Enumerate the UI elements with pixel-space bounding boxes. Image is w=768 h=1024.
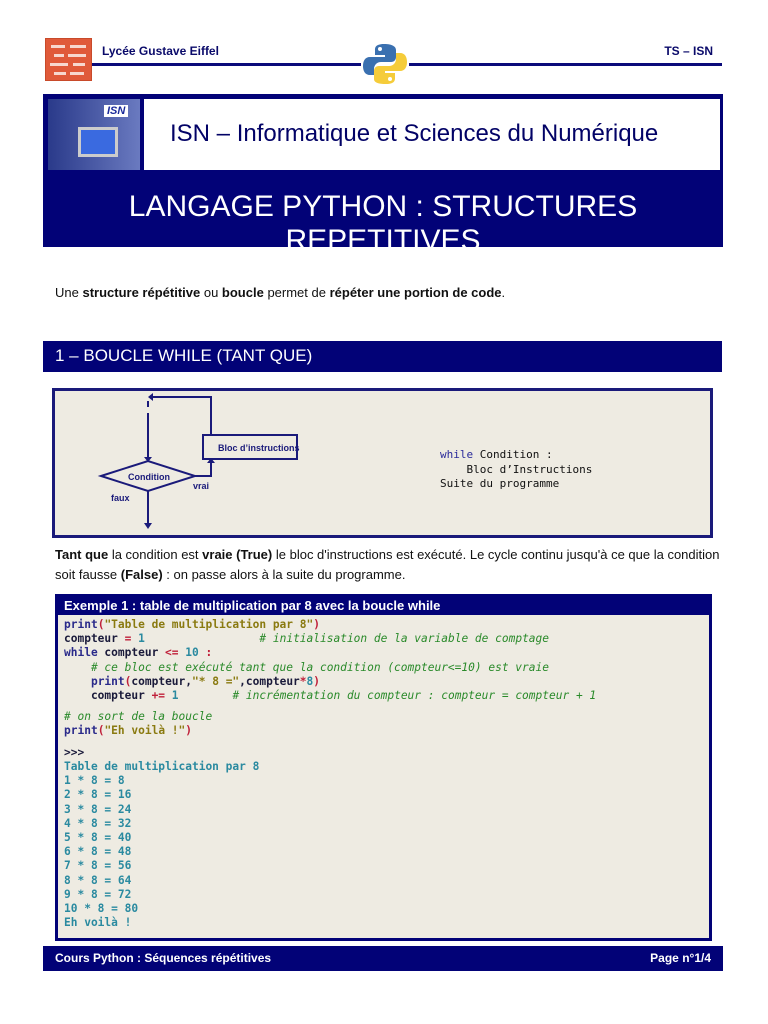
true-label: vrai bbox=[193, 481, 209, 491]
isn-badge: ISN bbox=[104, 105, 129, 117]
flowchart-diagram: Bloc d’instructions Condition vrai faux bbox=[97, 393, 300, 529]
block-label: Bloc d’instructions bbox=[218, 443, 300, 453]
example-box: Exemple 1 : table de multiplication par … bbox=[55, 594, 712, 941]
example-title: Exemple 1 : table de multiplication par … bbox=[58, 597, 709, 615]
code-listing: print("Table de multiplication par 8") c… bbox=[64, 618, 597, 703]
course-subtitle: ISN – Informatique et Sciences du Numéri… bbox=[170, 120, 659, 147]
while-flowchart: Bloc d’instructions Condition vrai faux … bbox=[52, 388, 713, 538]
isn-computer-image: ISN bbox=[48, 99, 144, 170]
page-title: LANGAGE PYTHON : STRUCTURES REPETITIVES bbox=[128, 190, 638, 257]
false-label: faux bbox=[111, 493, 130, 503]
intro-text: Une structure répétitive ou boucle perme… bbox=[55, 285, 506, 300]
section-heading: 1 – BOUCLE WHILE (TANT QUE) bbox=[43, 341, 722, 372]
condition-label: Condition bbox=[128, 472, 170, 482]
explanation-paragraph: Tant que la condition est vraie (True) l… bbox=[55, 547, 720, 582]
page-number: Page n°1/4 bbox=[650, 951, 711, 965]
while-syntax: while Condition : Bloc d’Instructions Su… bbox=[440, 448, 593, 490]
python-logo-icon bbox=[361, 40, 409, 88]
page-footer: Cours Python : Séquences répétitives Page… bbox=[43, 946, 723, 971]
monitor-icon bbox=[78, 127, 118, 157]
class-label: TS – ISN bbox=[664, 44, 713, 58]
school-name: Lycée Gustave Eiffel bbox=[102, 44, 219, 58]
shell-output: Table de multiplication par 81 * 8 = 82 … bbox=[64, 760, 260, 930]
code-listing-end: # on sort de la boucle print("Eh voilà !… bbox=[64, 710, 213, 738]
school-logo bbox=[45, 38, 92, 81]
shell-prompt: >>> bbox=[64, 746, 85, 759]
footer-course: Cours Python : Séquences répétitives bbox=[55, 951, 272, 965]
